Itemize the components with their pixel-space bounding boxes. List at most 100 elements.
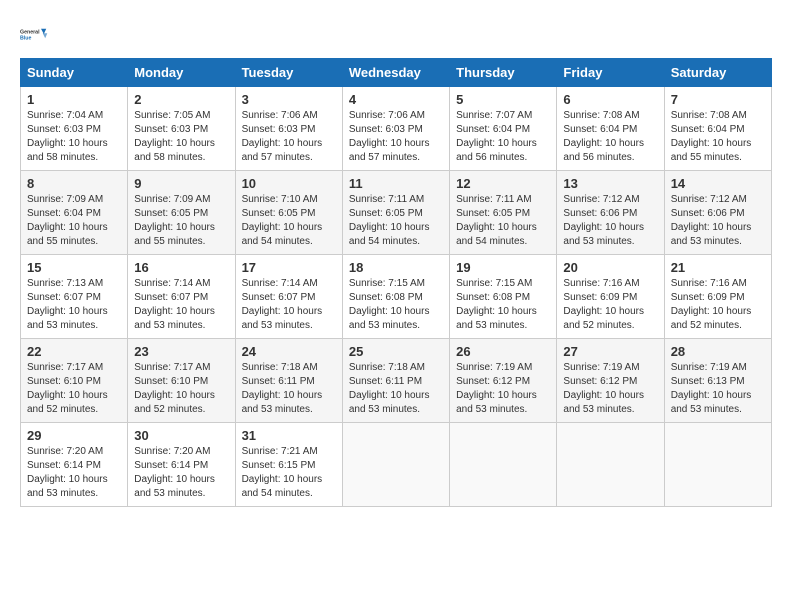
day-info: Sunrise: 7:10 AM Sunset: 6:05 PM Dayligh… <box>242 193 336 249</box>
calendar-cell: 17 Sunrise: 7:14 AM Sunset: 6:07 PM Dayli… <box>235 255 342 339</box>
calendar-cell: 7 Sunrise: 7:08 AM Sunset: 6:04 PM Daylig… <box>664 87 771 171</box>
day-number: 12 <box>456 176 550 191</box>
day-number: 14 <box>671 176 765 191</box>
calendar-cell: 16 Sunrise: 7:14 AM Sunset: 6:07 PM Dayli… <box>128 255 235 339</box>
day-info: Sunrise: 7:19 AM Sunset: 6:12 PM Dayligh… <box>456 361 550 417</box>
calendar-cell: 5Sunrise: 7:07 AM Sunset: 6:04 PM Daylig… <box>450 87 557 171</box>
calendar-week-5: 29 Sunrise: 7:20 AM Sunset: 6:14 PM Dayli… <box>21 423 772 507</box>
day-number: 1 <box>27 92 121 107</box>
calendar-cell: 19Sunrise: 7:15 AM Sunset: 6:08 PM Dayli… <box>450 255 557 339</box>
calendar-week-4: 22 Sunrise: 7:17 AM Sunset: 6:10 PM Dayli… <box>21 339 772 423</box>
day-number: 27 <box>563 344 657 359</box>
day-info: Sunrise: 7:11 AM Sunset: 6:05 PM Dayligh… <box>456 193 550 249</box>
calendar-cell <box>450 423 557 507</box>
header: GeneralBlue <box>20 20 772 48</box>
day-number: 31 <box>242 428 336 443</box>
calendar-cell: 1 Sunrise: 7:04 AM Sunset: 6:03 PM Daylig… <box>21 87 128 171</box>
calendar-cell: 18 Sunrise: 7:15 AM Sunset: 6:08 PM Dayli… <box>342 255 449 339</box>
calendar-cell: 10 Sunrise: 7:10 AM Sunset: 6:05 PM Dayli… <box>235 171 342 255</box>
day-info: Sunrise: 7:19 AM Sunset: 6:13 PM Dayligh… <box>671 361 765 417</box>
calendar-cell <box>557 423 664 507</box>
day-info: Sunrise: 7:14 AM Sunset: 6:07 PM Dayligh… <box>134 277 228 333</box>
calendar-cell: 12 Sunrise: 7:11 AM Sunset: 6:05 PM Dayli… <box>450 171 557 255</box>
day-info: Sunrise: 7:09 AM Sunset: 6:04 PM Dayligh… <box>27 193 121 249</box>
day-info: Sunrise: 7:21 AM Sunset: 6:15 PM Dayligh… <box>242 445 336 501</box>
calendar-header-thursday: Thursday <box>450 59 557 87</box>
calendar-cell <box>664 423 771 507</box>
calendar-cell: 6 Sunrise: 7:08 AM Sunset: 6:04 PM Daylig… <box>557 87 664 171</box>
calendar-week-1: 1 Sunrise: 7:04 AM Sunset: 6:03 PM Daylig… <box>21 87 772 171</box>
day-info: Sunrise: 7:19 AM Sunset: 6:12 PM Dayligh… <box>563 361 657 417</box>
day-number: 17 <box>242 260 336 275</box>
day-number: 16 <box>134 260 228 275</box>
day-info: Sunrise: 7:16 AM Sunset: 6:09 PM Dayligh… <box>671 277 765 333</box>
calendar-header-friday: Friday <box>557 59 664 87</box>
calendar-cell: 14 Sunrise: 7:12 AM Sunset: 6:06 PM Dayli… <box>664 171 771 255</box>
day-info: Sunrise: 7:12 AM Sunset: 6:06 PM Dayligh… <box>671 193 765 249</box>
calendar-cell: 4 Sunrise: 7:06 AM Sunset: 6:03 PM Daylig… <box>342 87 449 171</box>
day-number: 10 <box>242 176 336 191</box>
calendar-header-wednesday: Wednesday <box>342 59 449 87</box>
day-info: Sunrise: 7:08 AM Sunset: 6:04 PM Dayligh… <box>563 109 657 165</box>
day-info: Sunrise: 7:11 AM Sunset: 6:05 PM Dayligh… <box>349 193 443 249</box>
day-number: 13 <box>563 176 657 191</box>
day-number: 7 <box>671 92 765 107</box>
day-number: 19 <box>456 260 550 275</box>
calendar-cell: 27 Sunrise: 7:19 AM Sunset: 6:12 PM Dayli… <box>557 339 664 423</box>
day-number: 9 <box>134 176 228 191</box>
calendar-week-2: 8 Sunrise: 7:09 AM Sunset: 6:04 PM Daylig… <box>21 171 772 255</box>
calendar-cell: 22 Sunrise: 7:17 AM Sunset: 6:10 PM Dayli… <box>21 339 128 423</box>
day-number: 22 <box>27 344 121 359</box>
calendar-cell: 13Sunrise: 7:12 AM Sunset: 6:06 PM Dayli… <box>557 171 664 255</box>
day-number: 26 <box>456 344 550 359</box>
day-info: Sunrise: 7:17 AM Sunset: 6:10 PM Dayligh… <box>134 361 228 417</box>
calendar-table: SundayMondayTuesdayWednesdayThursdayFrid… <box>20 58 772 507</box>
day-info: Sunrise: 7:20 AM Sunset: 6:14 PM Dayligh… <box>27 445 121 501</box>
day-number: 29 <box>27 428 121 443</box>
calendar-cell: 26 Sunrise: 7:19 AM Sunset: 6:12 PM Dayli… <box>450 339 557 423</box>
day-info: Sunrise: 7:13 AM Sunset: 6:07 PM Dayligh… <box>27 277 121 333</box>
calendar-cell: 29 Sunrise: 7:20 AM Sunset: 6:14 PM Dayli… <box>21 423 128 507</box>
calendar-cell: 23 Sunrise: 7:17 AM Sunset: 6:10 PM Dayli… <box>128 339 235 423</box>
logo: GeneralBlue <box>20 20 48 48</box>
day-number: 11 <box>349 176 443 191</box>
calendar-cell: 11 Sunrise: 7:11 AM Sunset: 6:05 PM Dayli… <box>342 171 449 255</box>
day-number: 30 <box>134 428 228 443</box>
day-info: Sunrise: 7:06 AM Sunset: 6:03 PM Dayligh… <box>349 109 443 165</box>
day-number: 23 <box>134 344 228 359</box>
day-info: Sunrise: 7:06 AM Sunset: 6:03 PM Dayligh… <box>242 109 336 165</box>
calendar-cell: 9 Sunrise: 7:09 AM Sunset: 6:05 PM Daylig… <box>128 171 235 255</box>
calendar-cell: 2Sunrise: 7:05 AM Sunset: 6:03 PM Daylig… <box>128 87 235 171</box>
day-info: Sunrise: 7:18 AM Sunset: 6:11 PM Dayligh… <box>242 361 336 417</box>
day-info: Sunrise: 7:09 AM Sunset: 6:05 PM Dayligh… <box>134 193 228 249</box>
calendar-week-3: 15 Sunrise: 7:13 AM Sunset: 6:07 PM Dayli… <box>21 255 772 339</box>
calendar-cell: 28Sunrise: 7:19 AM Sunset: 6:13 PM Dayli… <box>664 339 771 423</box>
day-number: 4 <box>349 92 443 107</box>
day-number: 8 <box>27 176 121 191</box>
calendar-cell: 8 Sunrise: 7:09 AM Sunset: 6:04 PM Daylig… <box>21 171 128 255</box>
calendar-header-monday: Monday <box>128 59 235 87</box>
day-number: 18 <box>349 260 443 275</box>
day-number: 3 <box>242 92 336 107</box>
calendar-cell: 21Sunrise: 7:16 AM Sunset: 6:09 PM Dayli… <box>664 255 771 339</box>
day-info: Sunrise: 7:15 AM Sunset: 6:08 PM Dayligh… <box>349 277 443 333</box>
day-info: Sunrise: 7:08 AM Sunset: 6:04 PM Dayligh… <box>671 109 765 165</box>
day-number: 25 <box>349 344 443 359</box>
calendar-header-saturday: Saturday <box>664 59 771 87</box>
day-info: Sunrise: 7:14 AM Sunset: 6:07 PM Dayligh… <box>242 277 336 333</box>
day-info: Sunrise: 7:04 AM Sunset: 6:03 PM Dayligh… <box>27 109 121 165</box>
day-number: 2 <box>134 92 228 107</box>
day-info: Sunrise: 7:18 AM Sunset: 6:11 PM Dayligh… <box>349 361 443 417</box>
calendar-cell: 30Sunrise: 7:20 AM Sunset: 6:14 PM Dayli… <box>128 423 235 507</box>
day-number: 20 <box>563 260 657 275</box>
day-number: 15 <box>27 260 121 275</box>
svg-text:Blue: Blue <box>20 35 31 41</box>
svg-text:General: General <box>20 29 40 35</box>
calendar-cell: 20Sunrise: 7:16 AM Sunset: 6:09 PM Dayli… <box>557 255 664 339</box>
calendar-header-row: SundayMondayTuesdayWednesdayThursdayFrid… <box>21 59 772 87</box>
calendar-header-tuesday: Tuesday <box>235 59 342 87</box>
day-number: 5 <box>456 92 550 107</box>
day-info: Sunrise: 7:17 AM Sunset: 6:10 PM Dayligh… <box>27 361 121 417</box>
day-number: 6 <box>563 92 657 107</box>
calendar-cell <box>342 423 449 507</box>
